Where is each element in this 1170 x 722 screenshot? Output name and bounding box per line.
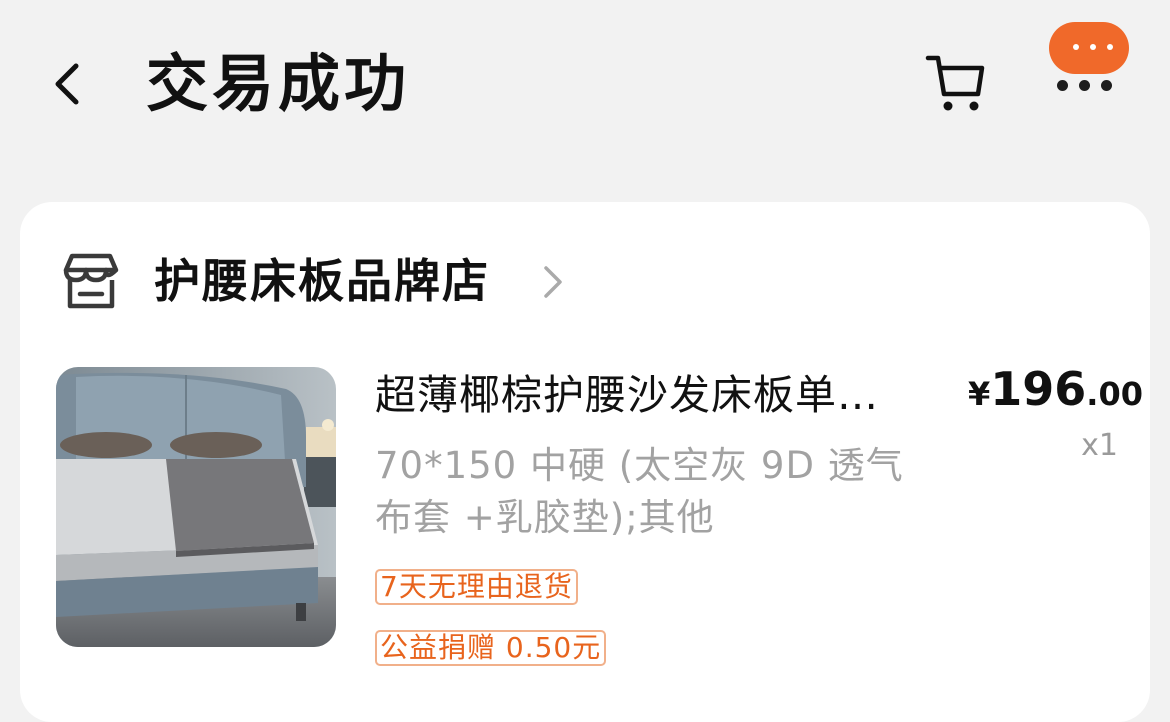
page-title: 交易成功 xyxy=(146,47,411,120)
cart-button[interactable] xyxy=(924,50,988,114)
back-button[interactable] xyxy=(42,58,94,110)
product-title[interactable]: 超薄椰棕护腰沙发床板单… xyxy=(375,366,935,424)
price-decimal: .00 xyxy=(1086,375,1143,413)
cart-icon xyxy=(925,55,985,111)
back-arrow-icon xyxy=(55,63,79,105)
product-quantity: x1 xyxy=(1081,428,1118,463)
product-thumbnail[interactable] xyxy=(56,367,336,647)
store-header[interactable]: 护腰床板品牌店 xyxy=(60,244,580,316)
return-policy-badge: 7天无理由退货 xyxy=(375,569,578,605)
charity-badge: 公益捐赠 0.50元 xyxy=(375,630,607,666)
store-name: 护腰床板品牌店 xyxy=(154,254,490,308)
store-icon xyxy=(63,253,119,309)
message-bubble-icon xyxy=(1049,22,1129,74)
product-price: ¥196.00 xyxy=(968,362,1143,416)
chevron-right-icon xyxy=(544,266,562,298)
product-sku: 70*150 中硬 (太空灰 9D 透气布套 +乳胶垫);其他 xyxy=(375,444,904,539)
more-menu-button[interactable] xyxy=(1045,20,1133,100)
price-integer: 196 xyxy=(990,362,1087,416)
bed-product-image xyxy=(56,367,336,647)
price-currency: ¥ xyxy=(968,375,991,413)
